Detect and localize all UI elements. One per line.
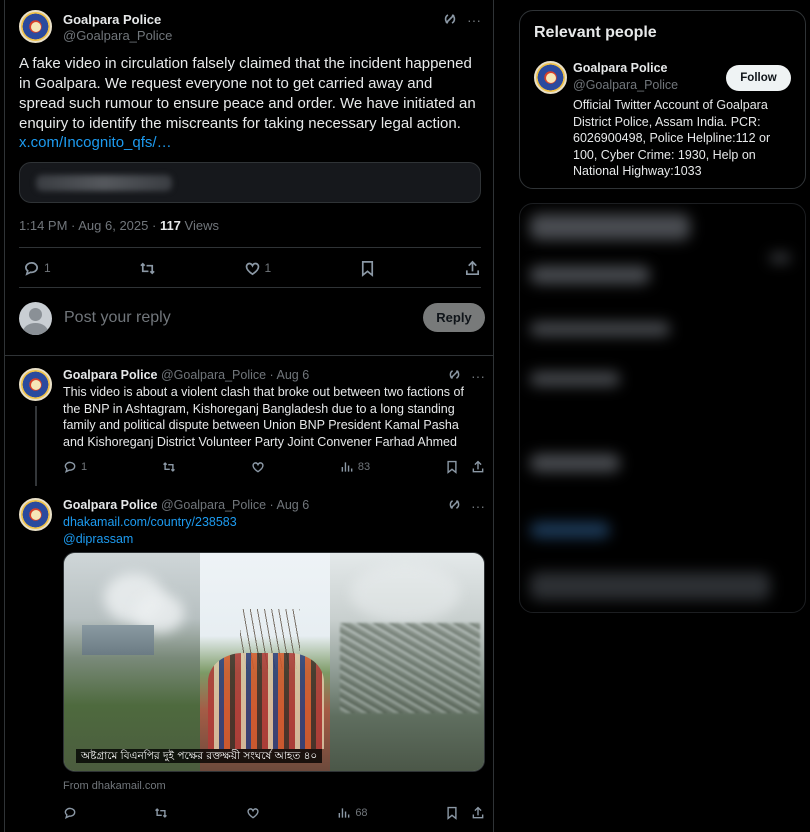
like-icon [252, 462, 264, 473]
tweet-extra-actions [445, 460, 485, 474]
grok-icon[interactable] [448, 368, 461, 384]
avatar[interactable] [19, 368, 52, 401]
bookmark-icon[interactable] [445, 806, 459, 820]
reply-button[interactable]: 1 [23, 260, 51, 277]
author-name[interactable]: Goalpara Police [63, 498, 157, 512]
blurred-trending-panel [519, 203, 806, 613]
relevant-people-card: Relevant people Goalpara Police @Goalpar… [519, 10, 806, 189]
thread-line [35, 406, 37, 486]
right-sidebar: Relevant people Goalpara Police @Goalpar… [519, 0, 810, 832]
reply-count: 1 [81, 461, 88, 473]
reply-button[interactable] [63, 806, 77, 820]
reply-icon [64, 807, 76, 820]
grok-icon[interactable] [443, 12, 457, 29]
views-button[interactable]: 68 [337, 806, 368, 820]
repost-button[interactable] [154, 806, 168, 820]
views-icon [341, 462, 353, 472]
like-icon [247, 808, 259, 819]
author-name[interactable]: Goalpara Police [63, 12, 161, 27]
mention-link[interactable]: @diprassam [63, 531, 483, 548]
like-button[interactable]: 1 [244, 260, 272, 277]
repost-icon [139, 262, 155, 274]
tweet-actions: 1 83 [63, 460, 485, 474]
article-link[interactable]: dhakamail.com/country/238583 [63, 514, 483, 531]
header-icons: ··· [448, 498, 485, 514]
avatar[interactable] [534, 61, 567, 94]
link-source[interactable]: From dhakamail.com [63, 780, 166, 792]
tweet-actions: 68 [63, 806, 485, 820]
bookmark-icon [362, 260, 374, 277]
reply-button[interactable]: 1 [63, 460, 87, 474]
tweet-link[interactable]: x.com/Incognito_qfs/… [19, 134, 172, 151]
more-icon[interactable]: ··· [471, 368, 485, 384]
author-name[interactable]: Goalpara Police [63, 368, 157, 382]
avatar[interactable] [19, 10, 52, 43]
views-label: Views [184, 218, 219, 233]
tweet-extra-actions [445, 806, 485, 820]
tweet-text: A fake video in circulation falsely clai… [19, 55, 476, 132]
tweet-header: Goalpara Police @Goalpara_Police · Aug 6 [63, 498, 309, 512]
avatar[interactable] [19, 498, 52, 531]
thread-tweet[interactable]: Goalpara Police @Goalpara_Police · Aug 6… [19, 498, 485, 828]
views-button[interactable]: 83 [340, 460, 370, 474]
media-panel-smoke [64, 553, 200, 771]
relevant-people-title: Relevant people [534, 24, 657, 41]
follow-button[interactable]: Follow [726, 65, 791, 91]
header-icons: ··· [448, 368, 485, 384]
divider [19, 287, 481, 288]
like-button[interactable] [251, 460, 265, 474]
reply-count: 1 [44, 261, 51, 275]
thread-tweet[interactable]: Goalpara Police @Goalpara_Police · Aug 6… [19, 368, 485, 486]
header-icons: ··· [443, 12, 481, 29]
blurred-content [36, 175, 172, 191]
focus-actions: 1 1 [23, 258, 481, 278]
grok-icon[interactable] [448, 498, 461, 514]
media-panel-crowd [200, 553, 330, 771]
author-handle[interactable]: @Goalpara_Police [63, 28, 172, 43]
focus-tweet-header: Goalpara Police @Goalpara_Police ··· [19, 10, 489, 46]
tweet-header: Goalpara Police @Goalpara_Police · Aug 6 [63, 368, 309, 382]
reply-composer: Post your reply Reply [19, 300, 485, 336]
person-bio: Official Twitter Account of Goalpara Dis… [573, 98, 771, 178]
tweet-media[interactable]: অষ্টগ্রামে বিএনপির দুই পক্ষের রক্তক্ষয়ী… [63, 552, 485, 772]
repost-icon [163, 462, 175, 472]
divider [19, 247, 481, 248]
main-column: Goalpara Police @Goalpara_Police ··· A f… [4, 0, 494, 832]
author-handle-date[interactable]: @Goalpara_Police · Aug 6 [161, 498, 309, 512]
author-handle-date[interactable]: @Goalpara_Police · Aug 6 [161, 368, 309, 382]
views-count: 83 [357, 461, 371, 473]
tweet-meta: 1:14 PM · Aug 6, 2025 · 117 Views [19, 218, 219, 233]
views-count: 117 [159, 218, 181, 233]
bookmark-button[interactable] [359, 260, 376, 277]
divider [5, 355, 493, 356]
views-icon [338, 808, 350, 818]
share-icon [465, 260, 480, 275]
bookmark-icon[interactable] [445, 460, 459, 474]
share-icon[interactable] [471, 806, 485, 820]
more-icon[interactable]: ··· [467, 12, 481, 29]
timestamp[interactable]: 1:14 PM · Aug 6, 2025 · [19, 218, 156, 233]
media-caption: অষ্টগ্রামে বিএনপির দুই পক্ষের রক্তক্ষয়ী… [76, 749, 323, 763]
share-button[interactable] [464, 260, 481, 277]
reply-icon [64, 461, 76, 474]
quoted-card[interactable] [19, 162, 481, 203]
views-count: 68 [355, 807, 368, 819]
like-icon [245, 262, 259, 275]
person-handle[interactable]: @Goalpara_Police [573, 78, 678, 92]
reply-input[interactable]: Post your reply [64, 309, 171, 327]
reply-submit-button[interactable]: Reply [423, 303, 485, 332]
tweet-text: This video is about a violent clash that… [63, 385, 464, 449]
my-avatar[interactable] [19, 302, 52, 335]
share-icon[interactable] [471, 460, 485, 474]
repost-button[interactable] [139, 260, 156, 277]
repost-button[interactable] [162, 460, 176, 474]
like-count: 1 [264, 261, 272, 275]
like-button[interactable] [246, 806, 260, 820]
tweet-body: dhakamail.com/country/238583 @diprassam [63, 514, 483, 547]
reply-icon [24, 261, 38, 276]
more-icon[interactable]: ··· [471, 498, 485, 514]
media-panel-debris [330, 553, 484, 771]
person-name[interactable]: Goalpara Police [573, 61, 667, 75]
repost-icon [155, 808, 168, 818]
